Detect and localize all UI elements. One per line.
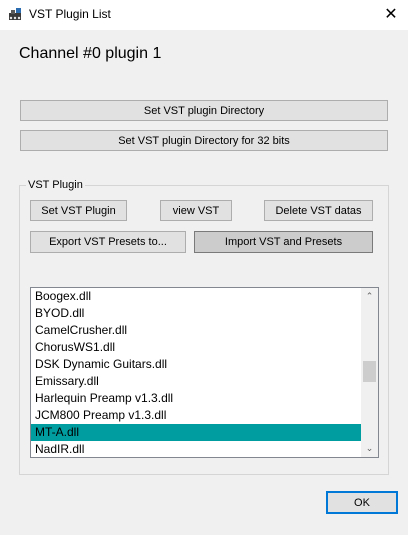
delete-vst-datas-button[interactable]: Delete VST datas [264, 200, 373, 221]
scroll-down-icon[interactable]: ⌄ [361, 440, 378, 457]
view-vst-button[interactable]: view VST [160, 200, 232, 221]
scrollbar-thumb[interactable] [363, 361, 376, 382]
export-vst-presets-button[interactable]: Export VST Presets to... [30, 231, 186, 253]
plugin-listbox[interactable]: Boogex.dll BYOD.dll CamelCrusher.dll Chorus… [30, 287, 379, 458]
scroll-up-icon[interactable]: ⌃ [361, 288, 378, 305]
list-item[interactable]: DSK Dynamic Guitars.dll [31, 356, 362, 373]
import-vst-presets-button[interactable]: Import VST and Presets [194, 231, 373, 253]
plugin-list: Boogex.dll BYOD.dll CamelCrusher.dll Chorus… [31, 288, 362, 457]
list-item[interactable]: NadIR.dll [31, 441, 362, 457]
list-item[interactable]: Emissary.dll [31, 373, 362, 390]
list-item[interactable]: JCM800 Preamp v1.3.dll [31, 407, 362, 424]
set-plugin-directory-button[interactable]: Set VST plugin Directory [20, 100, 388, 121]
set-vst-plugin-button[interactable]: Set VST Plugin [30, 200, 127, 221]
list-item[interactable]: BYOD.dll [31, 305, 362, 322]
app-logo-icon [9, 8, 21, 20]
close-icon: ✕ [384, 6, 398, 23]
vst-plugin-group-label: VST Plugin [26, 179, 85, 191]
page-title: Channel #0 plugin 1 [19, 45, 162, 62]
list-item[interactable]: Boogex.dll [31, 288, 362, 305]
window-title: VST Plugin List [29, 7, 111, 21]
title-bar: VST Plugin List ✕ [0, 0, 408, 30]
list-item[interactable]: MT-A.dll [31, 424, 362, 441]
list-item[interactable]: CamelCrusher.dll [31, 322, 362, 339]
vertical-scrollbar[interactable]: ⌃ ⌄ [361, 288, 378, 457]
set-plugin-directory-32bit-button[interactable]: Set VST plugin Directory for 32 bits [20, 130, 388, 151]
list-item[interactable]: Harlequin Preamp v1.3.dll [31, 390, 362, 407]
ok-button[interactable]: OK [326, 491, 398, 514]
close-button[interactable]: ✕ [374, 3, 408, 27]
list-item[interactable]: ChorusWS1.dll [31, 339, 362, 356]
